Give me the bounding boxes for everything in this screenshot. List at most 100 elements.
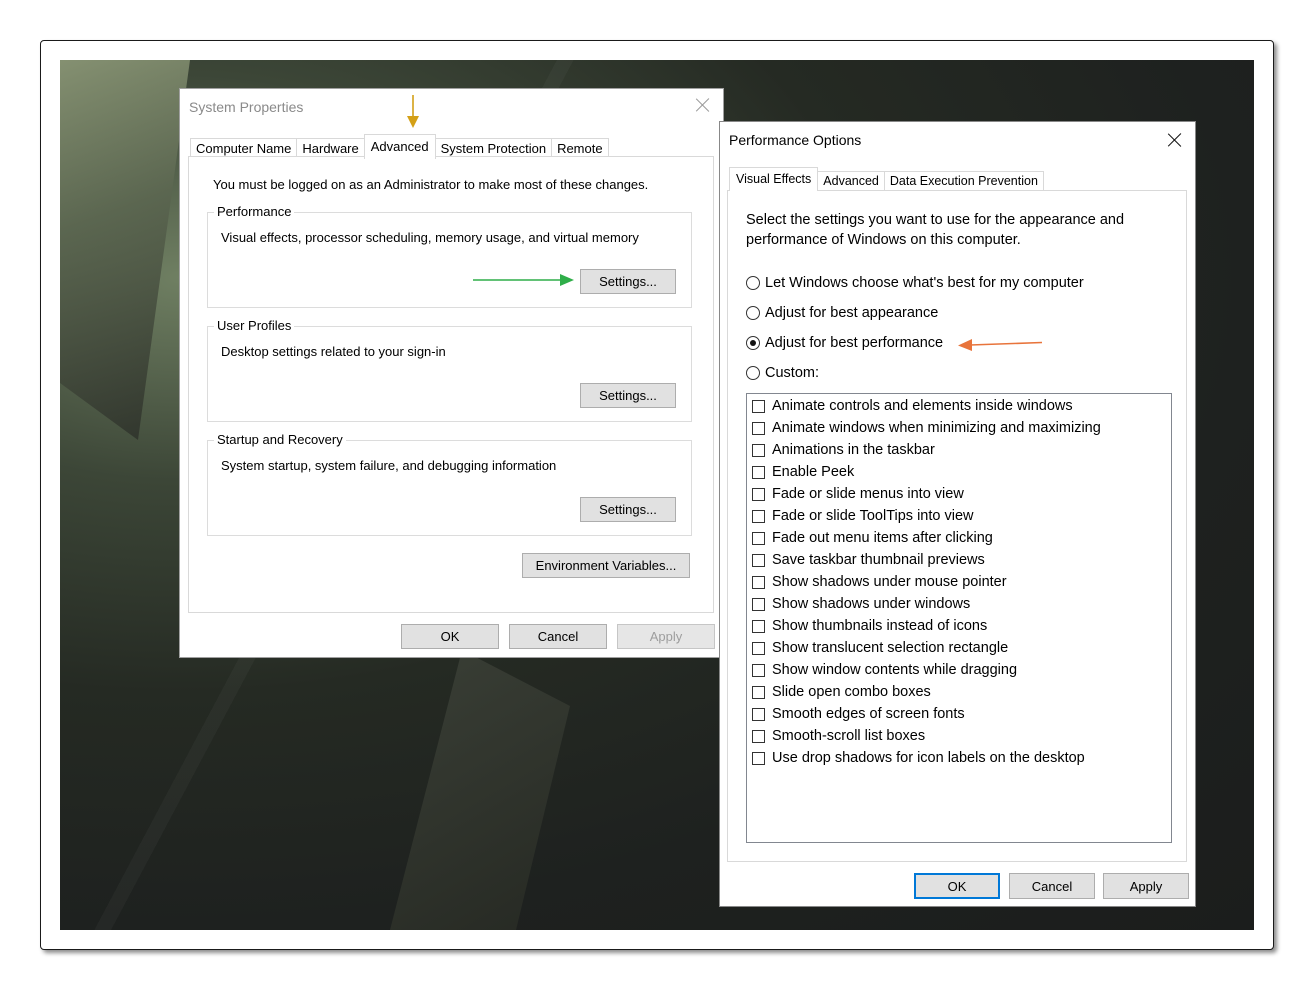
radio-label: Let Windows choose what's best for my co… xyxy=(765,275,1084,291)
effect-checkbox-row[interactable]: Save taskbar thumbnail previews xyxy=(752,552,985,568)
checkbox[interactable] xyxy=(752,487,765,501)
window-title: System Properties xyxy=(189,99,304,115)
startup-recovery-settings-button[interactable]: Settings... xyxy=(580,497,676,522)
startup-recovery-group-title: Startup and Recovery xyxy=(214,432,346,447)
effect-checkbox-row[interactable]: Use drop shadows for icon labels on the … xyxy=(752,750,1085,766)
effect-checkbox-row[interactable]: Fade out menu items after clicking xyxy=(752,530,993,546)
user-profiles-group: User Profiles Desktop settings related t… xyxy=(207,318,692,422)
checkbox-label: Smooth-scroll list boxes xyxy=(772,728,926,744)
system-properties-apply-button[interactable]: Apply xyxy=(617,624,715,649)
visual-effects-intro: Select the settings you want to use for … xyxy=(746,210,1124,250)
radio-custom[interactable]: Custom: xyxy=(746,365,819,381)
checkbox[interactable] xyxy=(752,707,765,721)
radio-button[interactable] xyxy=(746,306,760,320)
radio-button-selected[interactable] xyxy=(746,336,760,350)
effect-checkbox-row[interactable]: Show thumbnails instead of icons xyxy=(752,618,987,634)
intro-line: Select the settings you want to use for … xyxy=(746,212,1125,228)
radio-label: Custom: xyxy=(765,365,819,381)
effect-checkbox-row[interactable]: Show translucent selection rectangle xyxy=(752,640,1008,656)
user-profiles-group-title: User Profiles xyxy=(214,318,295,333)
radio-label: Adjust for best performance xyxy=(765,335,944,351)
wallpaper-shape xyxy=(390,650,570,930)
effect-checkbox-row[interactable]: Enable Peek xyxy=(752,464,854,480)
effect-checkbox-row[interactable]: Animations in the taskbar xyxy=(752,442,935,458)
performance-options-ok-button[interactable]: OK xyxy=(914,873,1000,899)
checkbox[interactable] xyxy=(752,465,765,479)
tab-data-execution-prevention[interactable]: Data Execution Prevention xyxy=(883,171,1044,191)
checkbox[interactable] xyxy=(752,553,765,567)
checkbox[interactable] xyxy=(752,685,765,699)
checkbox-label: Show thumbnails instead of icons xyxy=(772,618,988,634)
checkbox[interactable] xyxy=(752,509,765,523)
startup-recovery-group: Startup and Recovery System startup, sys… xyxy=(207,432,692,536)
system-properties-titlebar[interactable]: System Properties xyxy=(180,89,723,125)
checkbox-label: Use drop shadows for icon labels on the … xyxy=(772,750,1085,766)
tab-visual-effects[interactable]: Visual Effects xyxy=(729,167,819,191)
user-profiles-description: Desktop settings related to your sign-in xyxy=(221,344,446,359)
checkbox-label: Fade or slide menus into view xyxy=(772,486,964,502)
checkbox-label: Animate controls and elements inside win… xyxy=(772,398,1073,414)
performance-options-apply-button[interactable]: Apply xyxy=(1103,873,1189,899)
performance-group: Performance Visual effects, processor sc… xyxy=(207,204,692,308)
checkbox[interactable] xyxy=(752,641,765,655)
performance-group-title: Performance xyxy=(214,204,295,219)
tab-advanced[interactable]: Advanced xyxy=(363,134,436,159)
wallpaper-shape xyxy=(60,60,190,440)
checkbox[interactable] xyxy=(752,619,765,633)
environment-variables-button[interactable]: Environment Variables... xyxy=(522,553,690,578)
system-properties-ok-button[interactable]: OK xyxy=(401,624,499,649)
effect-checkbox-row[interactable]: Fade or slide ToolTips into view xyxy=(752,508,974,524)
radio-best-performance[interactable]: Adjust for best performance xyxy=(746,335,943,351)
tab-advanced[interactable]: Advanced xyxy=(817,171,885,191)
system-properties-cancel-button[interactable]: Cancel xyxy=(509,624,607,649)
user-profiles-settings-button[interactable]: Settings... xyxy=(580,383,676,408)
effect-checkbox-row[interactable]: Animate controls and elements inside win… xyxy=(752,398,1073,414)
performance-options-cancel-button[interactable]: Cancel xyxy=(1009,873,1095,899)
checkbox[interactable] xyxy=(752,399,765,413)
checkbox[interactable] xyxy=(752,421,765,435)
effect-checkbox-row[interactable]: Fade or slide menus into view xyxy=(752,486,964,502)
checkbox-label: Fade out menu items after clicking xyxy=(772,530,993,546)
radio-button[interactable] xyxy=(746,366,760,380)
radio-label: Adjust for best appearance xyxy=(765,305,939,321)
intro-line: performance of Windows on this computer. xyxy=(746,232,1021,248)
admin-note: You must be logged on as an Administrato… xyxy=(213,177,649,192)
left-arrow-icon xyxy=(958,339,1043,351)
checkbox[interactable] xyxy=(752,663,765,677)
checkbox[interactable] xyxy=(752,751,765,765)
checkbox[interactable] xyxy=(752,729,765,743)
checkbox[interactable] xyxy=(752,597,765,611)
checkbox-label: Animations in the taskbar xyxy=(772,442,935,458)
system-properties-window: System Properties Computer Name Hardware… xyxy=(179,88,724,658)
performance-options-window: Performance Options Visual Effects Advan… xyxy=(719,121,1196,907)
checkbox-label: Animate windows when minimizing and maxi… xyxy=(772,420,1101,436)
checkbox-label: Save taskbar thumbnail previews xyxy=(772,552,985,568)
checkbox-label: Slide open combo boxes xyxy=(772,684,931,700)
effect-checkbox-row[interactable]: Slide open combo boxes xyxy=(752,684,931,700)
checkbox[interactable] xyxy=(752,443,765,457)
performance-options-tabs: Visual Effects Advanced Data Execution P… xyxy=(729,167,1044,191)
radio-best-appearance[interactable]: Adjust for best appearance xyxy=(746,305,938,321)
effect-checkbox-row[interactable]: Show shadows under windows xyxy=(752,596,970,612)
advanced-tab-panel: You must be logged on as an Administrato… xyxy=(188,156,714,613)
radio-button[interactable] xyxy=(746,276,760,290)
effect-checkbox-row[interactable]: Show shadows under mouse pointer xyxy=(752,574,1007,590)
performance-settings-button[interactable]: Settings... xyxy=(580,269,676,294)
visual-effects-panel: Select the settings you want to use for … xyxy=(727,190,1187,862)
effect-checkbox-row[interactable]: Show window contents while dragging xyxy=(752,662,1017,678)
effect-checkbox-row[interactable]: Animate windows when minimizing and maxi… xyxy=(752,420,1101,436)
effect-checkbox-row[interactable]: Smooth edges of screen fonts xyxy=(752,706,965,722)
checkbox-label: Show translucent selection rectangle xyxy=(772,640,1009,656)
visual-effects-listbox[interactable]: Animate controls and elements inside win… xyxy=(746,393,1172,843)
close-icon[interactable] xyxy=(693,95,713,115)
checkbox[interactable] xyxy=(752,575,765,589)
performance-options-titlebar[interactable]: Performance Options xyxy=(720,122,1195,158)
down-arrow-icon xyxy=(407,95,419,128)
checkbox-label: Enable Peek xyxy=(772,464,855,480)
checkbox-label: Show shadows under windows xyxy=(772,596,971,612)
checkbox-label: Show window contents while dragging xyxy=(772,662,1018,678)
radio-let-windows-choose[interactable]: Let Windows choose what's best for my co… xyxy=(746,275,1084,291)
close-icon[interactable] xyxy=(1165,130,1185,150)
checkbox[interactable] xyxy=(752,531,765,545)
effect-checkbox-row[interactable]: Smooth-scroll list boxes xyxy=(752,728,925,744)
